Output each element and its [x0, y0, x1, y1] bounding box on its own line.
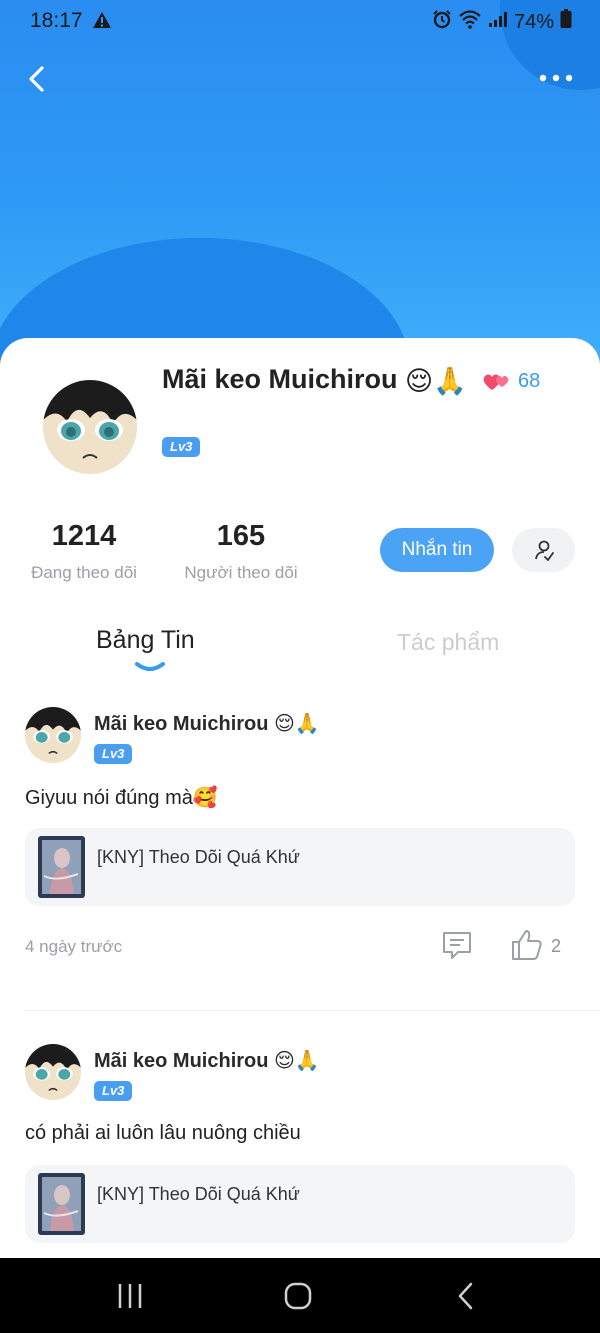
status-bar: 18:17 74% — [0, 0, 600, 42]
attachment-title: [KNY] Theo Dõi Quá Khứ — [97, 1184, 300, 1204]
status-time: 18:17 — [30, 9, 83, 32]
tab-works[interactable]: Tác phẩm — [397, 629, 499, 656]
post-author-name-text: Mãi keo Muichirou — [94, 1050, 269, 1072]
hearts-icon — [483, 373, 509, 390]
chevron-left-icon — [29, 66, 44, 92]
post-divider — [25, 1010, 600, 1011]
followers-stat[interactable]: 165 Người theo dõi — [178, 520, 304, 583]
post-author-name-text: Mãi keo Muichirou — [94, 713, 269, 735]
following-count: 1214 — [51, 520, 117, 552]
post-author-name[interactable]: Mãi keo Muichirou 😌🙏 — [94, 711, 320, 736]
profile-name-text: Mãi keo Muichirou — [162, 364, 398, 394]
following-stat[interactable]: 1214 Đang theo dõi — [22, 520, 146, 583]
post-text: có phải ai luôn lâu nuông chiều — [25, 1122, 301, 1144]
post-author-name[interactable]: Mãi keo Muichirou 😌🙏 — [94, 1048, 320, 1073]
recent-apps-button[interactable] — [110, 1278, 150, 1314]
post-author-avatar[interactable] — [25, 707, 81, 763]
battery-percent: 74% — [513, 10, 554, 33]
attachment-thumbnail — [38, 1173, 85, 1235]
comment-button[interactable] — [441, 929, 473, 961]
thumbs-up-icon — [512, 930, 542, 960]
post-attachment[interactable]: [KNY] Theo Dõi Quá Khứ — [25, 1165, 575, 1243]
post-level-badge: Lv3 — [94, 1081, 133, 1101]
post-author-emojis: 😌🙏 — [274, 713, 320, 735]
feed-post: Mãi keo Muichirou 😌🙏 Lv3 Giyuu nói đúng … — [0, 707, 600, 967]
profile-name-emojis: 😌🙏 — [405, 365, 467, 396]
follow-button[interactable] — [512, 528, 575, 572]
heart-count: 68 — [482, 370, 540, 393]
more-options-button[interactable] — [538, 66, 574, 90]
comment-icon — [443, 932, 471, 959]
feed-post: Mãi keo Muichirou 😌🙏 Lv3 có phải ai luôn… — [0, 1044, 600, 1254]
battery-icon — [560, 9, 572, 35]
active-tab-indicator — [135, 662, 165, 671]
system-navigation-bar — [0, 1258, 600, 1333]
attachment-title: [KNY] Theo Dõi Quá Khứ — [97, 847, 300, 867]
post-author-emojis: 😌🙏 — [274, 1050, 320, 1072]
back-icon — [458, 1282, 473, 1310]
profile-screen: 18:17 74% Mãi keo Muichirou 😌🙏 68 Lv3 12… — [0, 0, 600, 1333]
post-level-badge: Lv3 — [94, 744, 133, 764]
followers-count: 165 — [216, 520, 266, 552]
message-button[interactable]: Nhắn tin — [380, 528, 494, 572]
followers-label: Người theo dõi — [184, 563, 298, 582]
profile-card: Mãi keo Muichirou 😌🙏 68 Lv3 1214 Đang th… — [0, 338, 600, 1258]
post-author-avatar[interactable] — [25, 1044, 81, 1100]
tab-news-feed[interactable]: Bảng Tin — [96, 626, 195, 655]
like-count: 2 — [551, 936, 562, 956]
wifi-icon — [458, 9, 482, 35]
avatar[interactable] — [43, 380, 137, 474]
post-text: Giyuu nói đúng mà🥰 — [25, 787, 218, 809]
like-button[interactable] — [511, 928, 543, 962]
system-back-button[interactable] — [446, 1278, 486, 1314]
more-dots-icon — [539, 74, 573, 82]
post-timestamp: 4 ngày trước — [25, 937, 123, 956]
level-badge: Lv3 — [162, 437, 201, 457]
profile-header-background: 18:17 74% — [0, 0, 600, 380]
heart-count-value: 68 — [518, 370, 541, 392]
attachment-thumbnail — [38, 836, 85, 898]
back-button[interactable] — [22, 62, 54, 96]
home-button[interactable] — [278, 1278, 318, 1314]
home-icon — [284, 1282, 312, 1310]
alarm-icon — [432, 9, 452, 35]
warning-icon — [92, 11, 112, 35]
recent-apps-icon — [118, 1284, 142, 1308]
signal-icon — [488, 10, 508, 34]
user-follow-icon — [534, 540, 554, 561]
following-label: Đang theo dõi — [31, 563, 137, 582]
post-attachment[interactable]: [KNY] Theo Dõi Quá Khứ — [25, 828, 575, 906]
profile-name: Mãi keo Muichirou 😌🙏 — [162, 364, 467, 397]
